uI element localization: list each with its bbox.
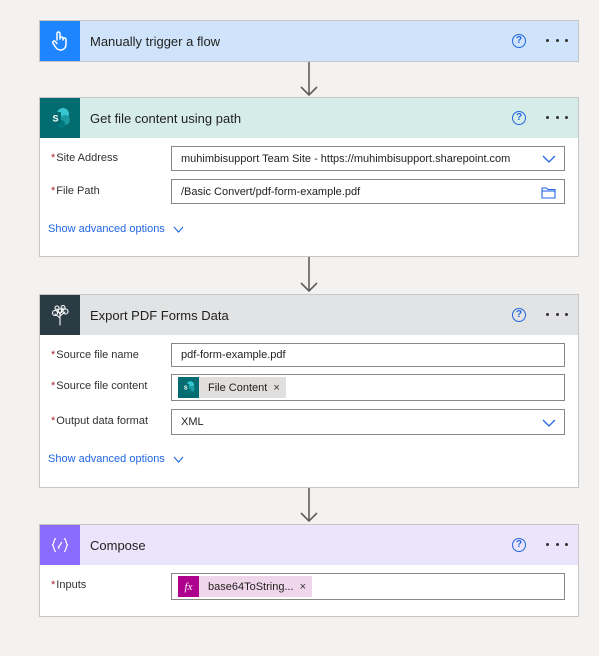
file-content-token-label: File Content: [208, 381, 268, 394]
source-file-name-input[interactable]: pdf-form-example.pdf: [171, 343, 565, 367]
help-icon[interactable]: ?: [512, 538, 526, 552]
more-options-icon[interactable]: [546, 537, 568, 551]
flow-arrow-icon: [300, 488, 318, 523]
sharepoint-token-icon: S: [178, 377, 199, 398]
chevron-down-icon: [173, 456, 184, 463]
svg-text:S: S: [184, 386, 188, 392]
inputs-label: *Inputs: [51, 579, 87, 591]
trigger-card-header[interactable]: Manually trigger a flow ?: [40, 21, 578, 61]
output-data-format-value: XML: [181, 416, 204, 428]
sharepoint-icon: S: [50, 108, 70, 128]
site-address-dropdown[interactable]: muhimbisupport Team Site - https://muhim…: [171, 146, 565, 171]
hand-pointer-icon: [52, 31, 67, 51]
chevron-down-icon[interactable]: [542, 416, 556, 430]
compose-card-header[interactable]: Compose ?: [40, 525, 578, 565]
show-advanced-options-link[interactable]: Show advanced options: [48, 223, 184, 235]
source-file-content-input[interactable]: S File Content ×: [171, 374, 565, 401]
sharepoint-icon: S: [182, 381, 195, 394]
output-data-format-dropdown[interactable]: XML: [171, 409, 565, 435]
show-advanced-options-label: Show advanced options: [48, 453, 165, 465]
file-content-token[interactable]: S File Content ×: [178, 377, 286, 398]
help-icon[interactable]: ?: [512, 34, 526, 48]
inputs-field[interactable]: fx base64ToString... ×: [171, 573, 565, 600]
braces-icon: [51, 537, 69, 553]
file-path-label: *File Path: [51, 185, 100, 197]
get-file-card[interactable]: S Get file content using path ? *Site Ad…: [39, 97, 579, 257]
file-path-value: /Basic Convert/pdf-form-example.pdf: [181, 185, 361, 198]
export-pdf-title: Export PDF Forms Data: [90, 307, 229, 323]
fx-icon: fx: [184, 580, 193, 593]
expression-token-label: base64ToString...: [208, 580, 294, 593]
svg-text:S: S: [52, 114, 58, 124]
compose-app-icon: [40, 525, 80, 565]
site-address-label: *Site Address: [51, 152, 119, 164]
expression-token[interactable]: fx base64ToString... ×: [178, 576, 313, 597]
get-file-app-icon: S: [40, 98, 80, 138]
folder-icon[interactable]: [541, 186, 556, 199]
site-address-value: muhimbisupport Team Site - https://muhim…: [181, 152, 511, 165]
show-advanced-options-label: Show advanced options: [48, 223, 165, 235]
file-path-input[interactable]: /Basic Convert/pdf-form-example.pdf: [171, 179, 565, 204]
muhimbi-tree-icon: [51, 304, 69, 326]
output-data-format-label: *Output data format: [51, 415, 148, 427]
remove-token-icon[interactable]: ×: [300, 581, 306, 593]
help-icon[interactable]: ?: [512, 111, 526, 125]
trigger-card[interactable]: Manually trigger a flow ?: [39, 20, 579, 62]
trigger-title: Manually trigger a flow: [90, 33, 221, 49]
expression-token-icon: fx: [178, 576, 199, 597]
get-file-title: Get file content using path: [90, 110, 242, 126]
get-file-card-header[interactable]: S Get file content using path ?: [40, 98, 578, 138]
flow-arrow-icon: [300, 257, 318, 293]
more-options-icon[interactable]: [546, 110, 568, 124]
source-file-content-label: *Source file content: [51, 380, 148, 392]
trigger-app-icon: [40, 21, 80, 61]
chevron-down-icon: [173, 226, 184, 233]
source-file-name-label: *Source file name: [51, 349, 139, 361]
help-icon[interactable]: ?: [512, 308, 526, 322]
chevron-down-icon[interactable]: [542, 152, 556, 166]
remove-token-icon[interactable]: ×: [273, 382, 279, 394]
compose-title: Compose: [90, 537, 146, 553]
export-pdf-app-icon: [40, 295, 80, 335]
show-advanced-options-link[interactable]: Show advanced options: [48, 453, 184, 465]
export-pdf-card[interactable]: Export PDF Forms Data ? *Source file nam…: [39, 294, 579, 488]
more-options-icon[interactable]: [546, 307, 568, 321]
compose-card[interactable]: Compose ? *Inputs fx base64ToString... ×: [39, 524, 579, 617]
flow-arrow-icon: [300, 62, 318, 97]
export-pdf-card-header[interactable]: Export PDF Forms Data ?: [40, 295, 578, 335]
more-options-icon[interactable]: [546, 33, 568, 47]
source-file-name-value: pdf-form-example.pdf: [181, 349, 286, 361]
